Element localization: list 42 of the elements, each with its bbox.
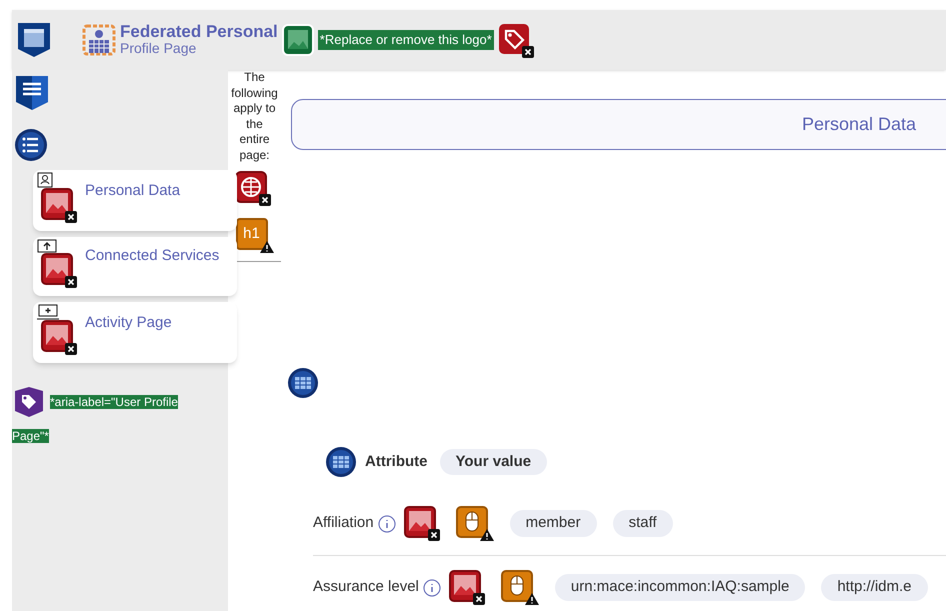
broken-image-icon: [448, 570, 485, 605]
table-icon: [287, 367, 319, 399]
attribute-name: Assurance level: [313, 577, 419, 598]
nav-label: Activity Page: [85, 313, 172, 333]
nav-label: Personal Data: [85, 181, 180, 201]
broken-image-icon: [41, 188, 77, 223]
nav-label: Connected Services: [85, 246, 220, 266]
image-icon: [282, 24, 314, 56]
person-icon: [37, 172, 53, 188]
logo-subtitle: Profile Page: [120, 40, 198, 57]
laptop-icon: [37, 304, 59, 320]
column-header: Attribute: [365, 452, 428, 472]
tag-icon: [12, 385, 46, 419]
value-pill: member: [510, 510, 597, 537]
broken-image-icon: [41, 253, 77, 288]
shield-icon: [16, 21, 52, 59]
info-icon: [378, 514, 396, 532]
warning-icon: [260, 241, 274, 253]
mouse-icon: [456, 506, 494, 541]
attribute-name: Affiliation: [313, 513, 374, 534]
list-icon: [14, 128, 48, 162]
value-pill: urn:mace:incommon:IAQ:sample: [554, 574, 806, 601]
section-title: Personal Data: [802, 113, 916, 136]
logo-title: Federated Personal: [120, 23, 278, 40]
nav-card[interactable]: Personal Data: [33, 170, 237, 231]
value-pill: staff: [612, 510, 673, 537]
table-icon: [325, 446, 357, 478]
column-header: Your value: [440, 448, 548, 476]
globe-icon: [234, 171, 270, 206]
value-pill: http://idm.e: [821, 574, 928, 601]
heading-badge: h1: [236, 218, 268, 250]
document-shield-icon: [14, 74, 50, 112]
alt-text-label: *Replace or remove this logo*: [318, 30, 494, 50]
page-note: The following apply to the entire page:: [230, 70, 278, 163]
mouse-icon: [500, 570, 539, 605]
broken-image-icon: [41, 320, 77, 355]
logo-icon: [82, 24, 116, 56]
nav-card[interactable]: Activity Page: [33, 302, 237, 363]
tag-icon: [498, 22, 534, 58]
nav-card[interactable]: Connected Services: [33, 237, 237, 296]
broken-image-icon: [404, 506, 440, 541]
info-icon: [422, 578, 441, 596]
